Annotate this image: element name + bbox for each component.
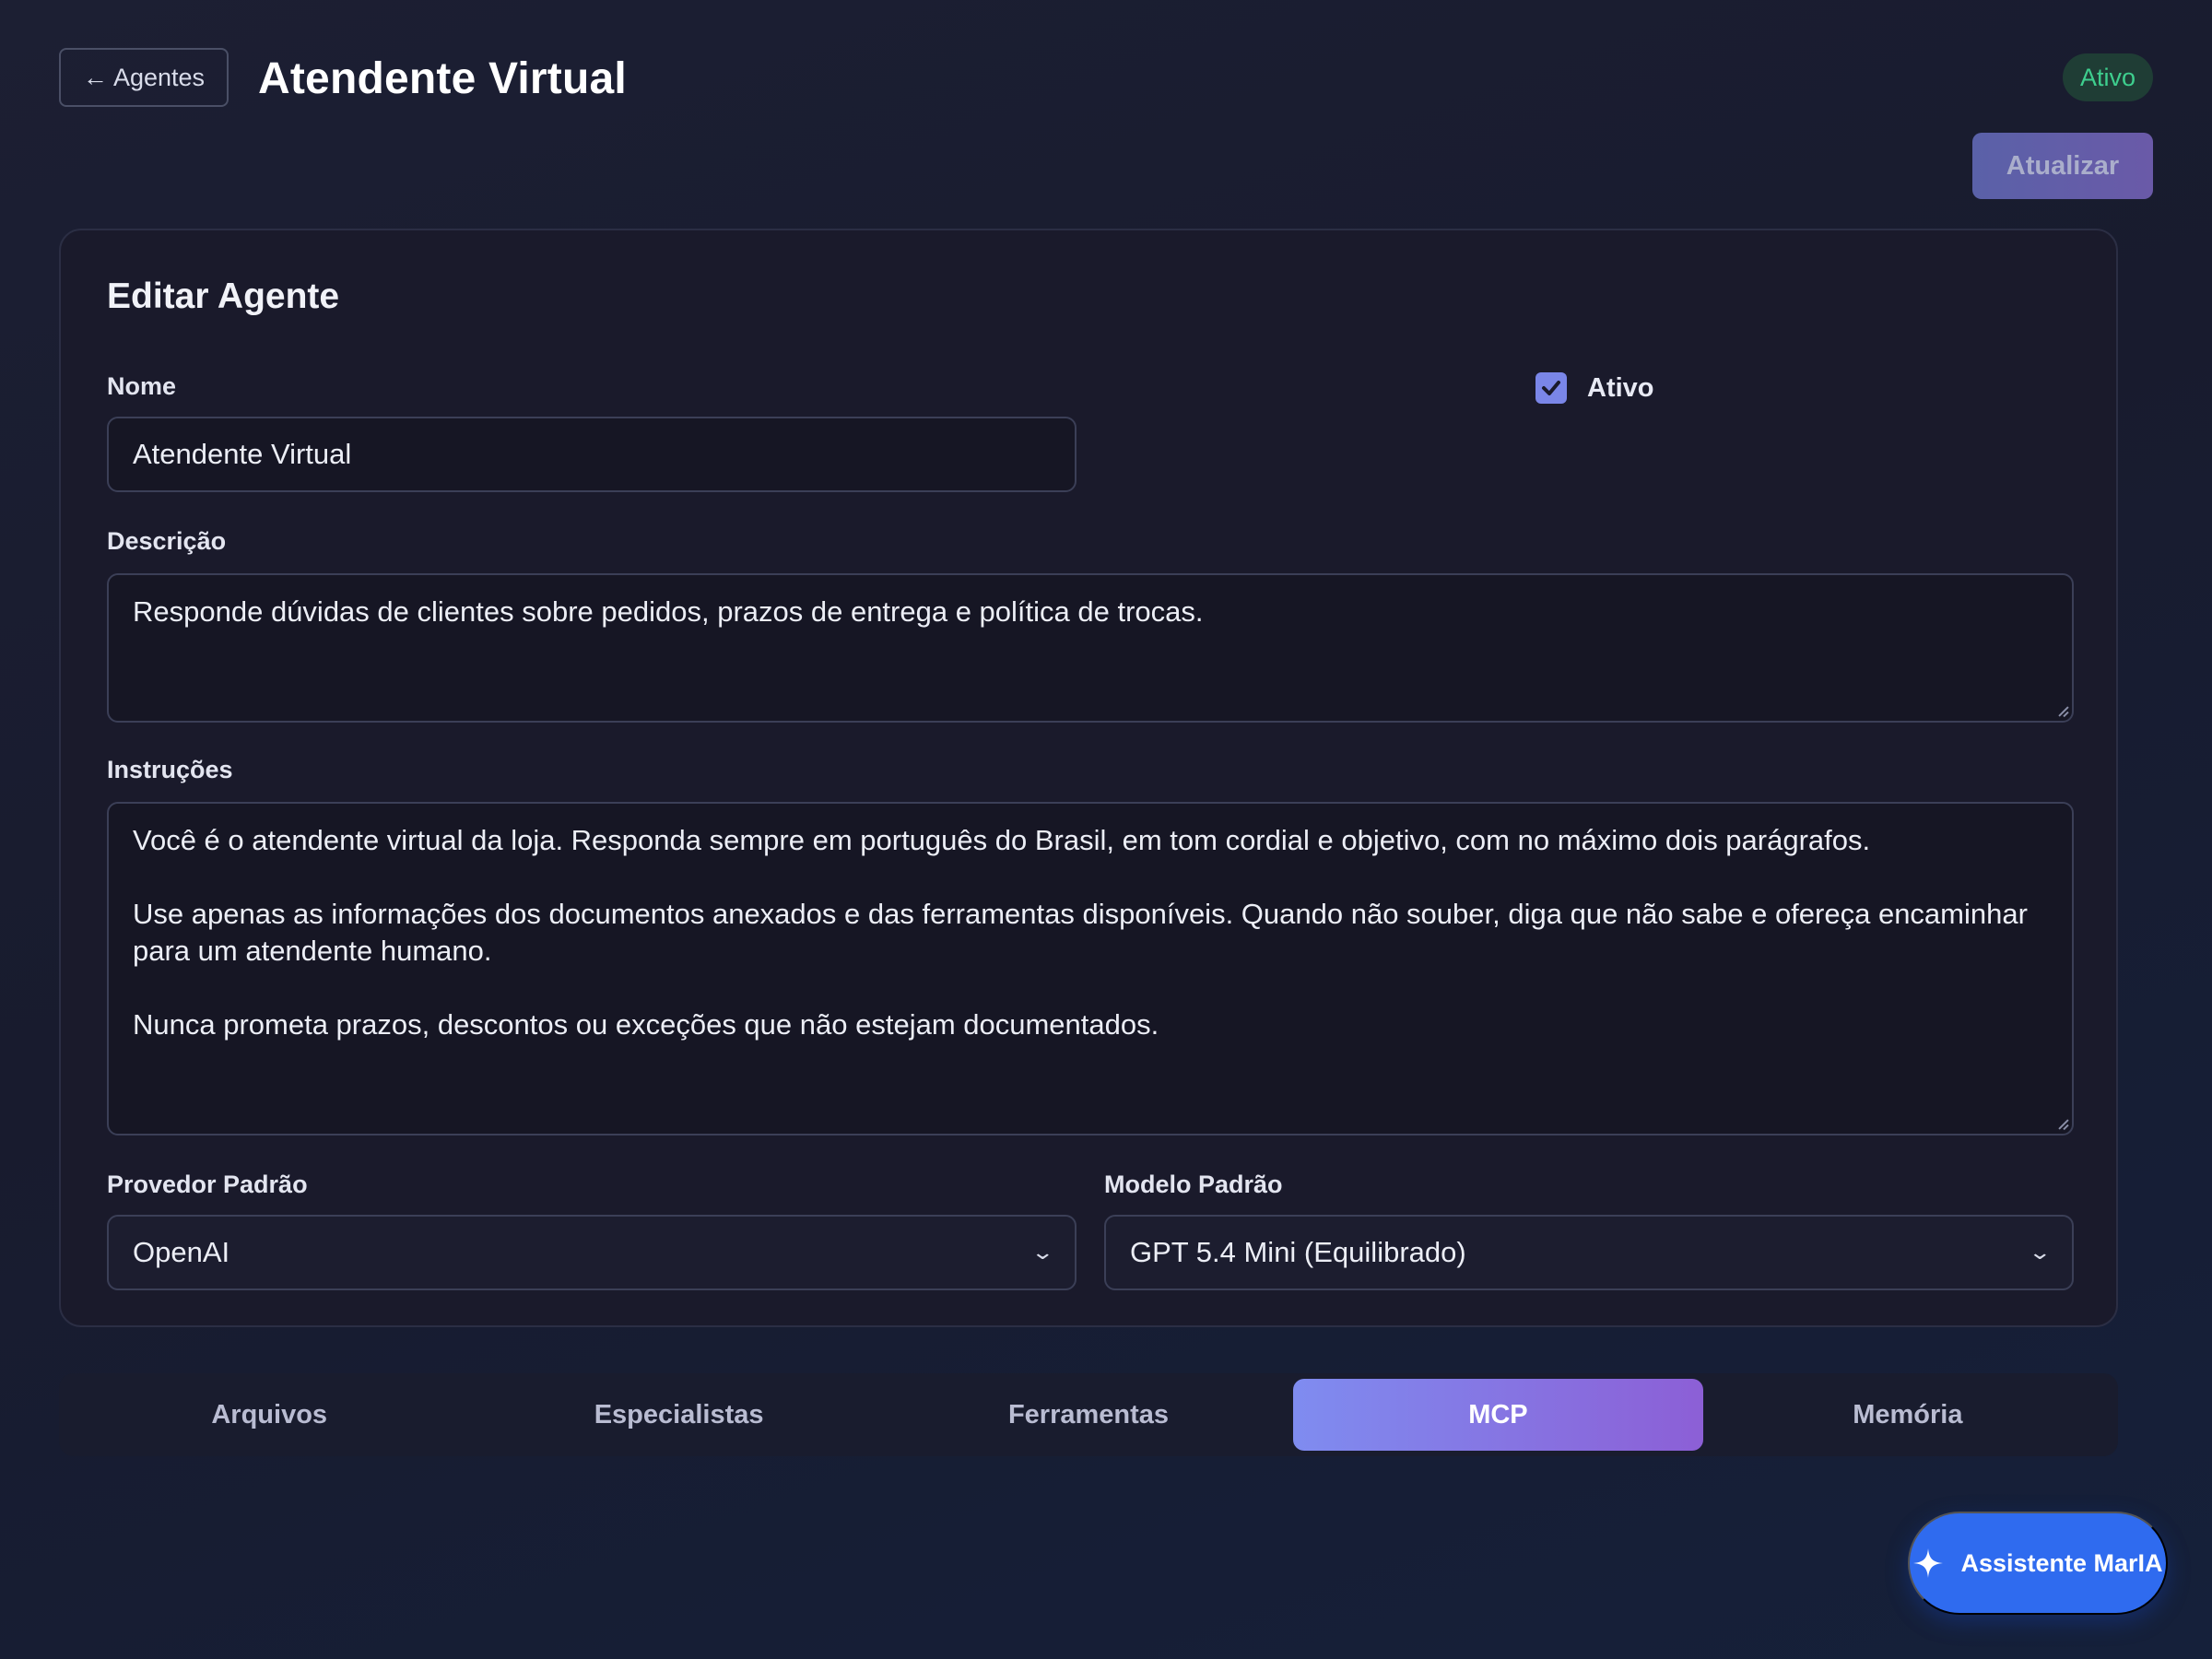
provider-value: OpenAI — [133, 1236, 230, 1268]
update-button[interactable]: Atualizar — [1972, 133, 2153, 199]
provider-select[interactable]: OpenAI ⌄ — [107, 1215, 1077, 1290]
instructions-textarea[interactable]: Você é o atendente virtual da loja. Resp… — [107, 802, 2074, 1135]
description-label: Descrição — [107, 527, 227, 555]
active-toggle[interactable]: Ativo — [1535, 372, 1654, 404]
page-title: Atendente Virtual — [258, 54, 627, 103]
checkmark-icon — [1542, 381, 1560, 395]
sparkle-icon — [1913, 1548, 1944, 1578]
tab-memoria[interactable]: Memória — [1703, 1379, 2112, 1451]
back-to-agents-button[interactable]: ← Agentes — [59, 48, 229, 107]
card-title: Editar Agente — [107, 276, 340, 316]
model-label: Modelo Padrão — [1104, 1171, 1283, 1198]
edit-agent-card: Editar Agente Nome Atendente Virtual Ati… — [59, 229, 2118, 1327]
description-text: Responde dúvidas de clientes sobre pedid… — [133, 595, 1204, 628]
model-select[interactable]: GPT 5.4 Mini (Equilibrado) ⌄ — [1104, 1215, 2074, 1290]
tab-arquivos[interactable]: Arquivos — [65, 1379, 474, 1451]
chevron-down-icon: ⌄ — [2027, 1241, 2052, 1264]
instructions-paragraph: Nunca prometa prazos, descontos ou exceç… — [133, 1008, 1159, 1041]
status-badge: Ativo — [2063, 53, 2153, 101]
tab-ferramentas[interactable]: Ferramentas — [884, 1379, 1293, 1451]
instructions-label: Instruções — [107, 756, 233, 783]
resize-grip-icon[interactable] — [2055, 1117, 2068, 1130]
assistant-label: Assistente MarIA — [1960, 1548, 2163, 1577]
name-label: Nome — [107, 372, 177, 400]
description-textarea[interactable]: Responde dúvidas de clientes sobre pedid… — [107, 573, 2074, 723]
chevron-down-icon: ⌄ — [1030, 1241, 1054, 1264]
model-value: GPT 5.4 Mini (Equilibrado) — [1130, 1236, 1466, 1268]
name-input[interactable]: Atendente Virtual — [107, 417, 1077, 492]
resize-grip-icon[interactable] — [2055, 704, 2068, 717]
active-checkbox-label: Ativo — [1587, 372, 1654, 403]
instructions-paragraph: Use apenas as informações dos documentos… — [133, 898, 2036, 967]
provider-label: Provedor Padrão — [107, 1171, 308, 1198]
instructions-paragraph: Você é o atendente virtual da loja. Resp… — [133, 824, 1871, 856]
assistant-button[interactable]: Assistente MarIA — [1908, 1512, 2168, 1615]
tab-especialistas[interactable]: Especialistas — [474, 1379, 883, 1451]
active-checkbox[interactable] — [1535, 372, 1567, 404]
tab-mcp[interactable]: MCP — [1293, 1379, 1703, 1451]
section-tabs: Arquivos Especialistas Ferramentas MCP M… — [59, 1373, 2118, 1456]
